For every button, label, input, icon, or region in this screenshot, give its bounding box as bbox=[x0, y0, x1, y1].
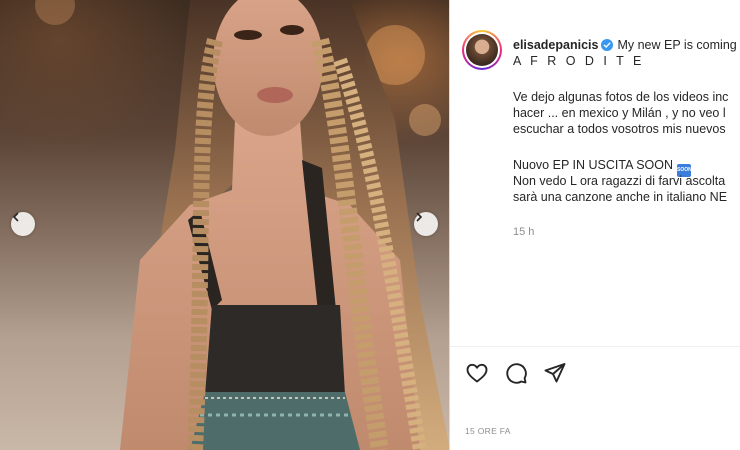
verified-badge-icon bbox=[601, 39, 614, 51]
caption-line-text: Nuovo EP IN USCITA SOON bbox=[513, 158, 674, 172]
heart-icon bbox=[466, 363, 488, 383]
comment-button[interactable] bbox=[503, 360, 529, 386]
caption-line: escuchar a todos vosotros mis nuevos bbox=[513, 122, 726, 136]
comment-bubble-icon bbox=[506, 363, 527, 384]
paper-plane-icon bbox=[544, 363, 566, 383]
post-photo[interactable] bbox=[0, 0, 449, 450]
caption-line: hacer ... en mexico y Milán , y no veo l bbox=[513, 106, 726, 120]
actions-divider bbox=[450, 346, 740, 347]
action-bar bbox=[464, 360, 568, 386]
share-button[interactable] bbox=[542, 360, 568, 386]
caption-line: A F R O D I T E bbox=[513, 54, 645, 68]
avatar[interactable] bbox=[462, 30, 502, 70]
previous-photo-button[interactable] bbox=[11, 212, 35, 236]
absolute-timestamp: 15 ORE FA bbox=[465, 426, 511, 436]
avatar-image bbox=[466, 34, 498, 66]
caption-line: Ve dejo algunas fotos de los videos inc bbox=[513, 90, 729, 104]
caption-line: Non vedo L ora ragazzi di farvi ascolta bbox=[513, 174, 726, 188]
post-side-panel: elisadepanicis My new EP is coming A F R … bbox=[450, 0, 740, 450]
username-link[interactable]: elisadepanicis bbox=[513, 38, 598, 52]
chevron-left-icon bbox=[12, 212, 19, 222]
relative-timestamp[interactable]: 15 h bbox=[513, 226, 534, 238]
chevron-right-icon bbox=[416, 212, 423, 222]
photo-illustration bbox=[35, 0, 449, 450]
instagram-post: elisadepanicis My new EP is coming A F R … bbox=[0, 0, 740, 450]
caption-text: My new EP is coming bbox=[617, 38, 737, 52]
like-button[interactable] bbox=[464, 360, 490, 386]
next-photo-button[interactable] bbox=[414, 212, 438, 236]
caption-line: sarà una canzone anche in italiano NE bbox=[513, 190, 728, 204]
caption-first-line: elisadepanicis My new EP is coming bbox=[513, 37, 737, 53]
